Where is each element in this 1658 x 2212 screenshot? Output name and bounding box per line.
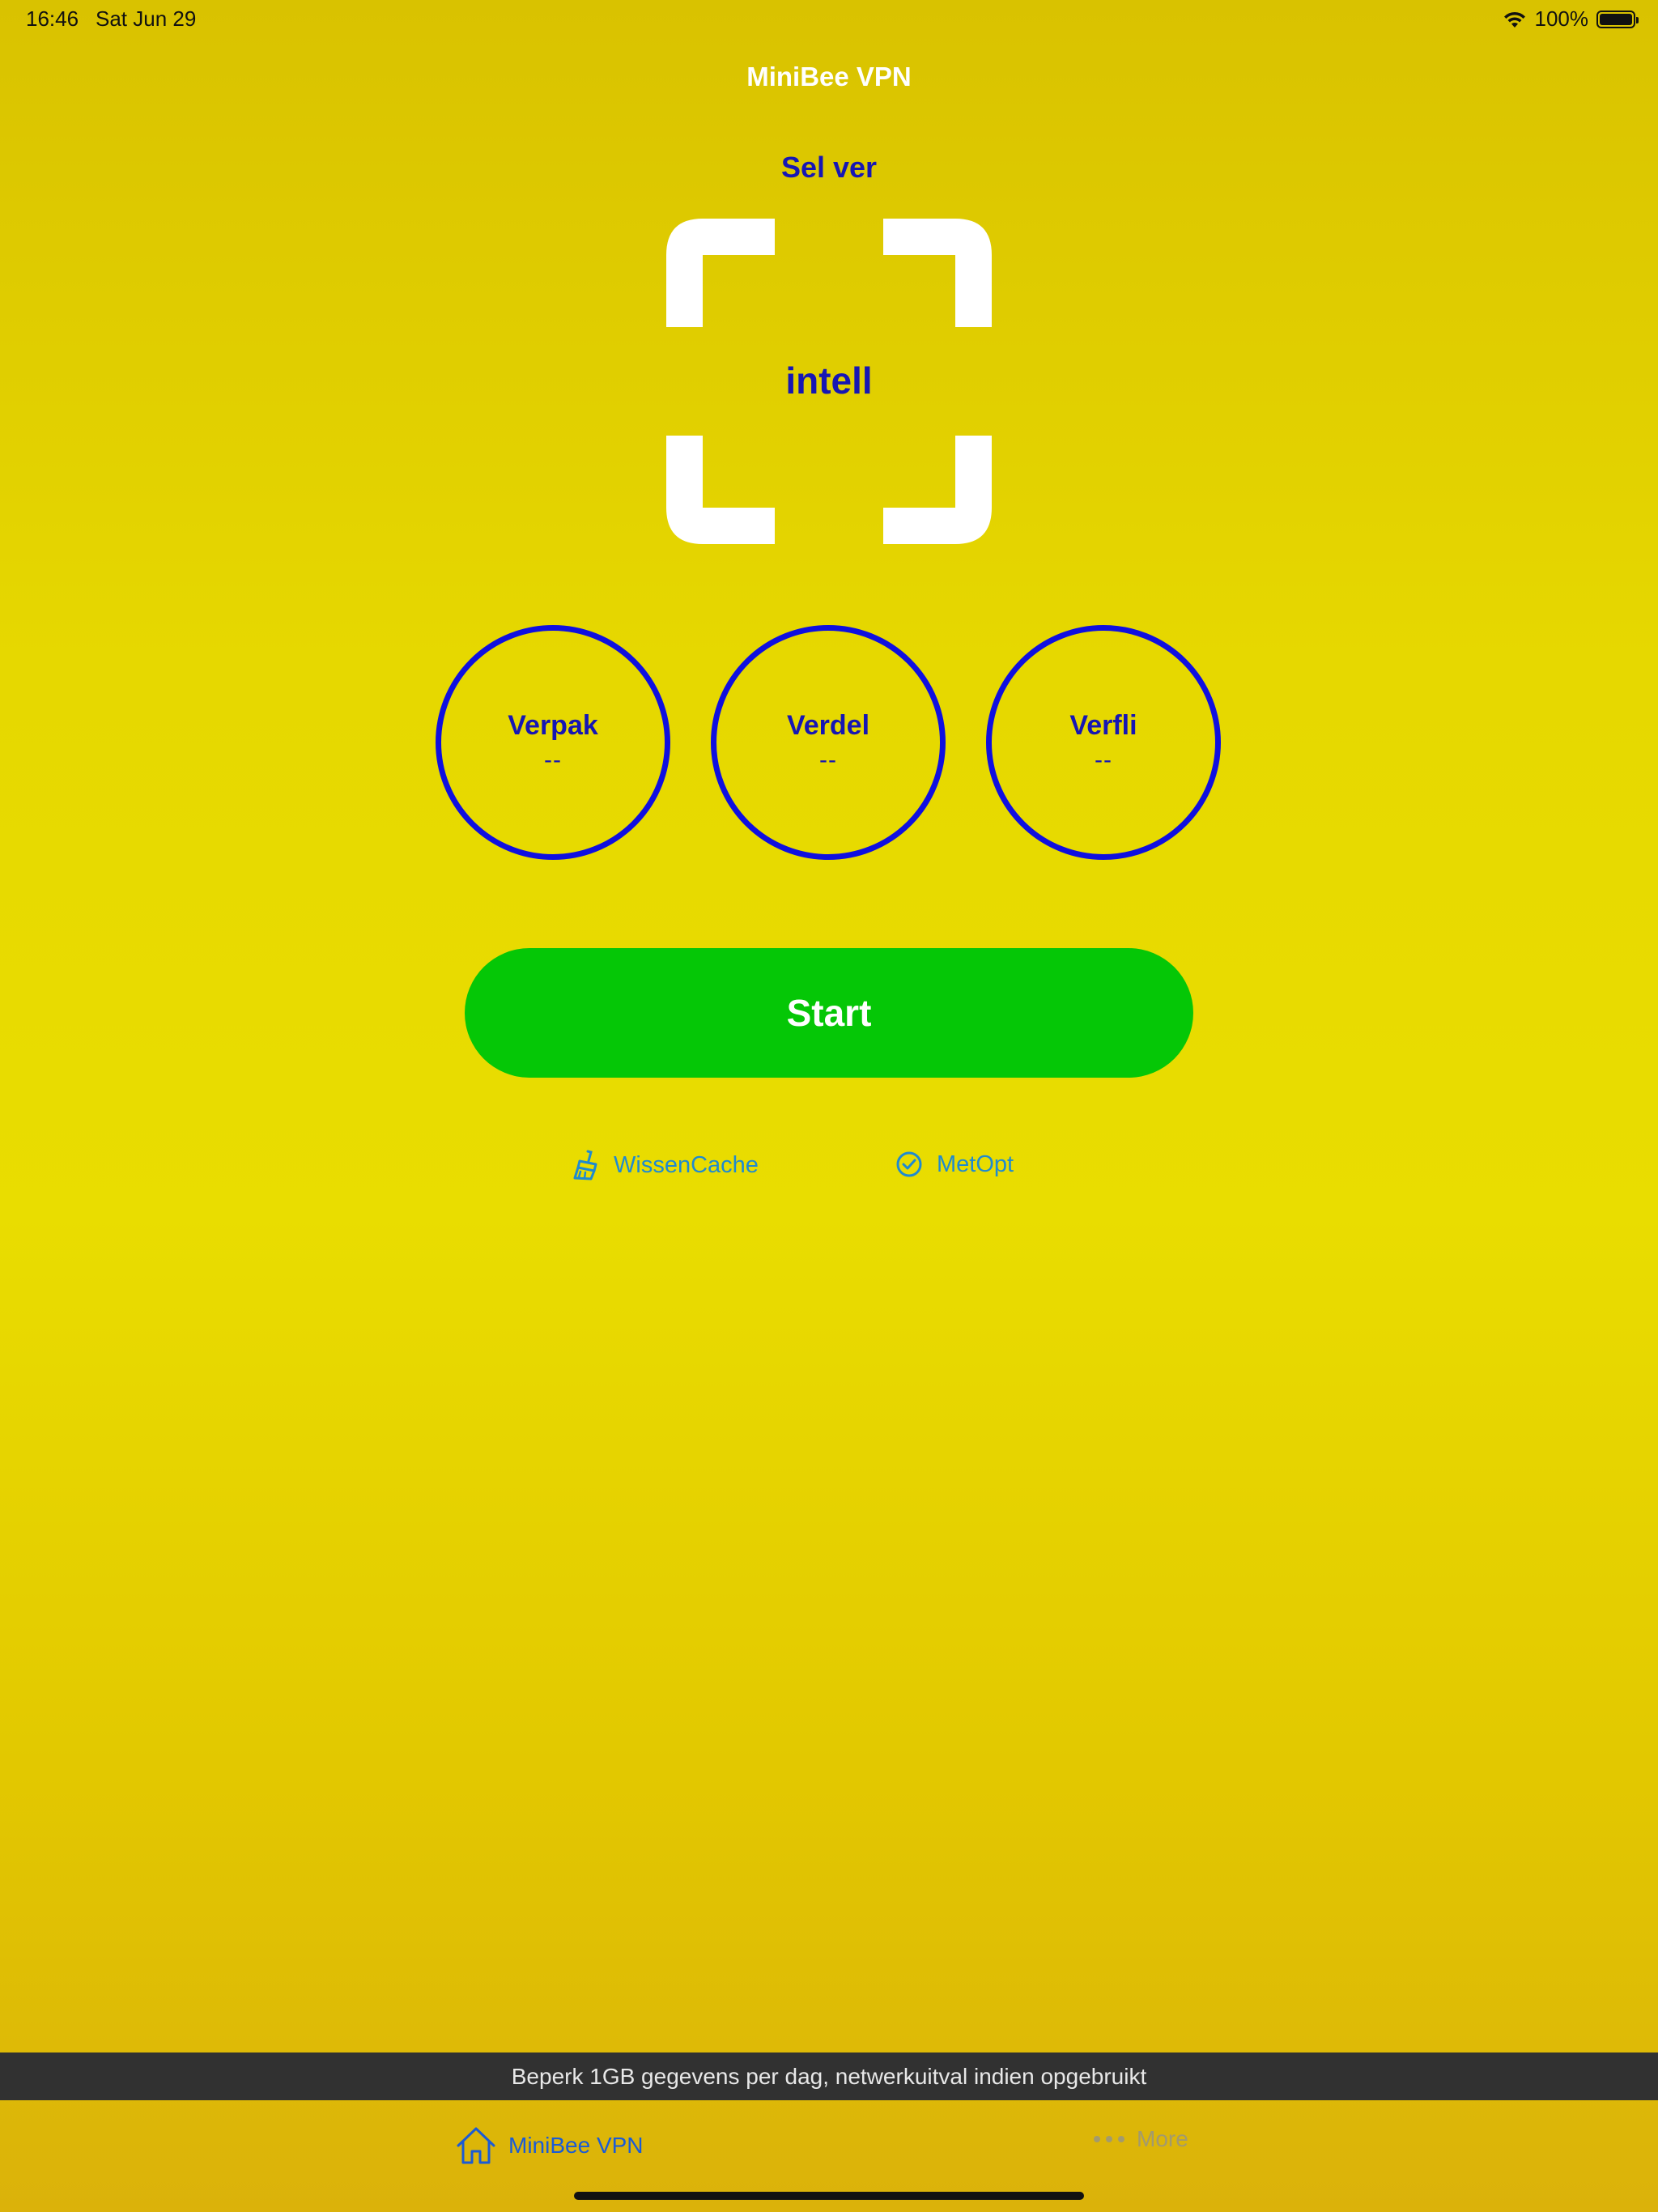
select-server-label[interactable]: Sel ver bbox=[0, 151, 1658, 185]
status-indicators: 100% bbox=[1503, 6, 1639, 32]
stat-circle-verdel: Verdel -- bbox=[711, 625, 946, 860]
stat-value: -- bbox=[1095, 746, 1112, 773]
stat-value: -- bbox=[544, 746, 562, 773]
battery-icon bbox=[1596, 10, 1639, 28]
stat-label: Verfli bbox=[1069, 709, 1137, 741]
start-button[interactable]: Start bbox=[465, 948, 1193, 1078]
speed-test-button[interactable]: MetOpt bbox=[895, 1150, 1014, 1179]
tab-more[interactable]: More bbox=[1093, 2126, 1188, 2152]
home-icon bbox=[457, 2127, 495, 2164]
home-indicator bbox=[574, 2192, 1084, 2200]
tab-home-label: MiniBee VPN bbox=[508, 2133, 644, 2158]
data-limit-banner: Beperk 1GB gegevens per dag, netwerkuitv… bbox=[0, 2052, 1658, 2100]
clear-cache-button[interactable]: WissenCache bbox=[572, 1150, 759, 1180]
more-icon bbox=[1094, 2136, 1124, 2142]
check-circle-icon bbox=[896, 1151, 922, 1177]
battery-percent: 100% bbox=[1534, 6, 1589, 31]
speed-test-label: MetOpt bbox=[937, 1151, 1014, 1177]
broom-icon bbox=[573, 1150, 597, 1180]
stat-value: -- bbox=[819, 746, 837, 773]
stat-circle-verfli: Verfli -- bbox=[986, 625, 1221, 860]
server-mode: intell bbox=[785, 359, 873, 402]
status-time: 16:46 bbox=[26, 6, 79, 31]
wifi-icon bbox=[1503, 11, 1525, 28]
nav-title: MiniBee VPN bbox=[746, 62, 912, 91]
stat-label: Verpak bbox=[508, 709, 598, 741]
stat-circle-verpak: Verpak -- bbox=[436, 625, 670, 860]
tab-more-label: More bbox=[1137, 2126, 1188, 2151]
status-date: Sat Jun 29 bbox=[96, 6, 197, 31]
stat-label: Verdel bbox=[786, 709, 870, 741]
tab-home[interactable]: MiniBee VPN bbox=[455, 2126, 644, 2165]
clear-cache-label: WissenCache bbox=[614, 1151, 759, 1178]
